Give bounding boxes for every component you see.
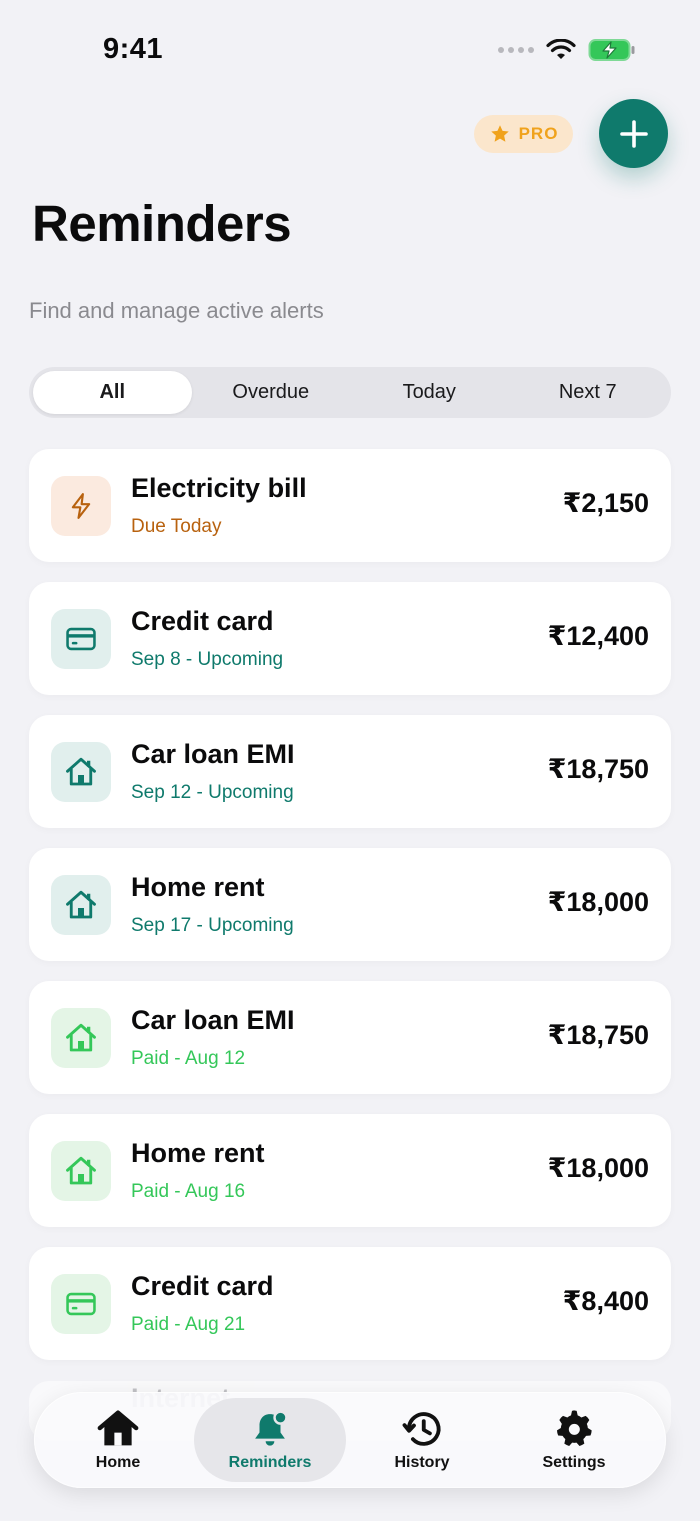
- reminder-title: Car loan EMI: [131, 739, 295, 769]
- reminder-title: Credit card: [131, 1271, 274, 1301]
- home-icon: [97, 1409, 139, 1445]
- tab-all[interactable]: All: [33, 371, 192, 414]
- reminder-amount: ₹2,150: [562, 488, 649, 518]
- battery-charging-icon: [588, 39, 635, 61]
- page-subtitle: Find and manage active alerts: [29, 298, 324, 323]
- tabbar-reminders-label: Reminders: [228, 1453, 312, 1471]
- lightning-icon: [51, 476, 111, 536]
- filter-tabs: All Overdue Today Next 7: [29, 367, 671, 418]
- reminder-title: Home rent: [131, 872, 265, 902]
- reminder-status: Paid - Aug 16: [131, 1181, 246, 1202]
- reminder-amount: ₹12,400: [547, 621, 649, 651]
- reminder-title: Home rent: [131, 1138, 265, 1168]
- tabbar-settings[interactable]: Settings: [498, 1398, 650, 1482]
- tabbar-home-label: Home: [95, 1453, 141, 1471]
- reminder-title: Credit card: [131, 606, 274, 636]
- tabbar-home[interactable]: Home: [42, 1398, 194, 1482]
- cellular-signal-icon: [498, 47, 534, 53]
- house-icon: [51, 1141, 111, 1201]
- status-time: 9:41: [103, 33, 164, 65]
- bell-icon: [255, 1409, 288, 1446]
- reminder-status: Sep 12 - Upcoming: [131, 782, 294, 803]
- reminder-card[interactable]: Car loan EMI Paid - Aug 12 ₹18,750: [29, 981, 671, 1094]
- reminder-amount: ₹18,750: [547, 1020, 649, 1050]
- reminder-card[interactable]: Credit card Paid - Aug 21 ₹8,400: [29, 1247, 671, 1360]
- page-title: Reminders: [32, 195, 292, 252]
- reminder-card[interactable]: Credit card Sep 8 - Upcoming ₹12,400: [29, 582, 671, 695]
- reminder-card[interactable]: Car loan EMI Sep 12 - Upcoming ₹18,750: [29, 715, 671, 828]
- reminder-title: Electricity bill: [131, 473, 307, 503]
- house-icon: [51, 875, 111, 935]
- tab-next-7[interactable]: Next 7: [509, 371, 668, 414]
- tabbar-history[interactable]: History: [346, 1398, 498, 1482]
- reminder-status: Due Today: [131, 516, 222, 537]
- tabbar-settings-label: Settings: [542, 1453, 606, 1471]
- plus-icon: [619, 119, 648, 148]
- reminder-amount: ₹18,750: [547, 754, 649, 784]
- reminder-status: Paid - Aug 12: [131, 1048, 246, 1069]
- reminder-card[interactable]: Electricity bill Due Today ₹2,150: [29, 449, 671, 562]
- pro-badge[interactable]: PRO: [474, 115, 573, 153]
- wifi-icon: [546, 39, 576, 59]
- reminder-status: Sep 17 - Upcoming: [131, 915, 294, 936]
- reminder-amount: ₹8,400: [562, 1286, 649, 1316]
- house-icon: [51, 742, 111, 802]
- tabbar-reminders[interactable]: Reminders: [194, 1398, 346, 1482]
- tab-today[interactable]: Today: [350, 371, 509, 414]
- history-icon: [402, 1411, 441, 1446]
- pro-label: PRO: [518, 124, 559, 143]
- reminder-status: Paid - Aug 21: [131, 1314, 246, 1335]
- star-icon: [490, 125, 509, 142]
- reminder-status: Sep 8 - Upcoming: [131, 649, 284, 670]
- reminders-screen: 9:41 PRO Reminders Find and manage activ…: [0, 0, 700, 1521]
- gear-icon: [557, 1409, 592, 1446]
- reminder-card[interactable]: Home rent Sep 17 - Upcoming ₹18,000: [29, 848, 671, 961]
- credit-card-icon: [51, 1274, 111, 1334]
- tab-overdue[interactable]: Overdue: [192, 371, 351, 414]
- credit-card-icon: [51, 609, 111, 669]
- reminder-amount: ₹18,000: [547, 1153, 649, 1183]
- reminder-list: Electricity bill Due Today ₹2,150 Credit…: [29, 449, 671, 1380]
- house-icon: [51, 1008, 111, 1068]
- reminder-amount: ₹18,000: [547, 887, 649, 917]
- tabbar-history-label: History: [394, 1453, 450, 1471]
- status-indicators: [498, 38, 636, 62]
- reminder-title: Car loan EMI: [131, 1005, 295, 1035]
- add-reminder-button[interactable]: [599, 99, 668, 168]
- reminder-card[interactable]: Home rent Paid - Aug 16 ₹18,000: [29, 1114, 671, 1227]
- tab-bar: Home Reminders History Settings: [34, 1392, 666, 1488]
